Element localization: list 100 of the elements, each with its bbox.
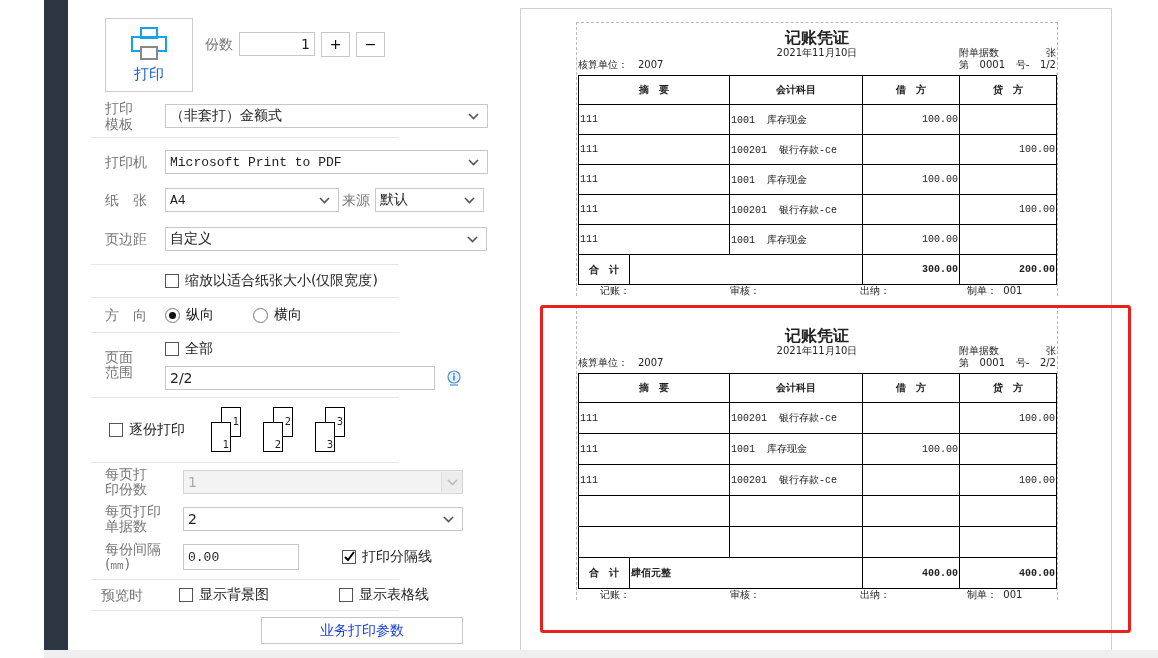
decrement-button[interactable]: −	[356, 31, 385, 57]
checkbox[interactable]	[339, 588, 353, 602]
checkbox[interactable]	[165, 342, 179, 356]
orientation-label: 方 向	[105, 307, 148, 323]
page-count: 1/2	[1039, 59, 1056, 71]
checkbox[interactable]	[179, 588, 193, 602]
table-cell: 合 计	[578, 557, 630, 589]
table-cell: 100201 银行存款-ce	[729, 194, 863, 225]
column-header: 贷 方	[959, 373, 1057, 403]
table-cell: 100.00	[959, 194, 1057, 225]
info-icon[interactable]	[447, 370, 461, 386]
increment-button[interactable]: +	[321, 31, 350, 57]
signature-label: 记账：	[600, 589, 631, 600]
dropdown[interactable]: Microsoft Print to PDF	[165, 150, 488, 174]
table-cell: 111	[578, 194, 730, 225]
page-count: 2/2	[1039, 357, 1056, 369]
checkbox[interactable]	[109, 423, 123, 437]
radio-label: 横向	[274, 306, 302, 324]
page-number: 2	[284, 416, 291, 427]
signature-label: 审核：	[730, 285, 761, 296]
signature-label: 审核：	[730, 589, 761, 600]
table-cell: 200.00	[959, 254, 1057, 285]
interval-field[interactable]: 0.00	[183, 544, 299, 570]
attachments-unit: 张	[1046, 47, 1056, 59]
table-cell: 100201 银行存款-ce	[729, 402, 863, 434]
business-print-button[interactable]: 业务打印参数	[261, 617, 463, 644]
chevron-down-icon	[468, 112, 479, 120]
column-header: 摘 要	[578, 75, 730, 105]
page-range-field[interactable]: 2/2	[165, 366, 435, 390]
unit-label: 核算单位：	[578, 357, 628, 369]
number-prefix: 第	[959, 357, 969, 369]
checkbox[interactable]	[342, 550, 356, 564]
checkbox-label: 打印分隔线	[362, 548, 432, 566]
checkbox-label: 显示表格线	[359, 586, 429, 604]
radio-label: 纵向	[186, 306, 214, 324]
voucher-number: 0001	[979, 59, 1006, 71]
voucher-title: 记账凭证	[783, 29, 850, 47]
unit-value: 2007	[638, 357, 664, 369]
dropdown[interactable]: A4	[165, 188, 339, 212]
source-label: 来源	[342, 192, 370, 208]
column-header: 会计科目	[729, 373, 863, 403]
table-cell: 100.00	[862, 433, 960, 465]
column-header: 会计科目	[729, 75, 863, 105]
template-label: 打印模板	[105, 100, 133, 132]
signature-label: 记账：	[600, 285, 631, 296]
checkbox-label: 缩放以适合纸张大小(仅限宽度)	[185, 272, 378, 290]
margin-label: 页边距	[105, 231, 148, 247]
copies-field[interactable]: 1	[239, 32, 315, 56]
table-cell: 300.00	[862, 254, 960, 285]
voucher-date: 2021年11月10日	[776, 345, 858, 357]
printer-label: 打印机	[105, 154, 148, 170]
signature-label: 制单： 001	[967, 589, 1024, 600]
table-cell: 1001 库存现金	[729, 164, 863, 195]
attachments-label: 附单据数	[959, 47, 999, 59]
page-number: 3	[336, 416, 343, 427]
preview-label: 预览时	[101, 587, 144, 603]
page-number: 1	[232, 416, 239, 427]
checkbox[interactable]	[165, 274, 179, 288]
attachments-unit: 张	[1046, 345, 1056, 357]
table-cell: 1001 库存现金	[729, 433, 863, 465]
table-cell: 111	[578, 433, 730, 465]
chevron-down-icon	[443, 515, 454, 523]
table-cell: 111	[578, 164, 730, 195]
column-header: 贷 方	[959, 75, 1057, 105]
unit-value: 2007	[638, 59, 664, 71]
table-cell: 100201 银行存款-ce	[729, 134, 863, 165]
number-suffix: 号-	[1015, 59, 1030, 71]
paper-label: 纸 张	[105, 192, 148, 208]
table-cell: 111	[578, 402, 730, 434]
table-cell: 111	[578, 104, 730, 135]
table-cell: 100201 银行存款-ce	[729, 464, 863, 496]
table-cell: 100.00	[862, 224, 960, 255]
chevron-down-icon	[446, 478, 458, 486]
page-number: 1	[222, 439, 229, 450]
table-cell: 111	[578, 464, 730, 496]
table-cell: 400.00	[862, 557, 960, 589]
print-button[interactable]: 打印	[105, 18, 193, 92]
signature-label: 出纳：	[860, 285, 891, 296]
checkbox-label: 显示背景图	[199, 586, 269, 604]
table-cell: 111	[578, 134, 730, 165]
voucher-number: 0001	[979, 357, 1006, 369]
table-cell: 100.00	[959, 134, 1057, 165]
checkbox-label: 逐份打印	[129, 421, 185, 439]
printer-icon	[129, 26, 169, 61]
dropdown[interactable]: 2	[183, 507, 463, 531]
table-cell: 100.00	[959, 464, 1057, 496]
table-cell: 100.00	[959, 402, 1057, 434]
checkbox-label: 全部	[185, 340, 213, 358]
chevron-down-icon	[467, 235, 478, 243]
table-cell: 1001 库存现金	[729, 224, 863, 255]
dropdown[interactable]: （非套打）金额式	[165, 104, 488, 128]
number-suffix: 号-	[1015, 357, 1030, 369]
dropdown[interactable]: 自定义	[165, 227, 487, 251]
page-range-label: 页面范围	[105, 350, 133, 380]
per-page-copies-label: 每页打印份数	[105, 467, 147, 497]
table-cell: 111	[578, 224, 730, 255]
dropdown[interactable]: 默认	[375, 188, 484, 212]
column-header: 摘 要	[578, 373, 730, 403]
signature-label: 制单： 001	[967, 285, 1024, 296]
page-number: 2	[274, 439, 281, 450]
